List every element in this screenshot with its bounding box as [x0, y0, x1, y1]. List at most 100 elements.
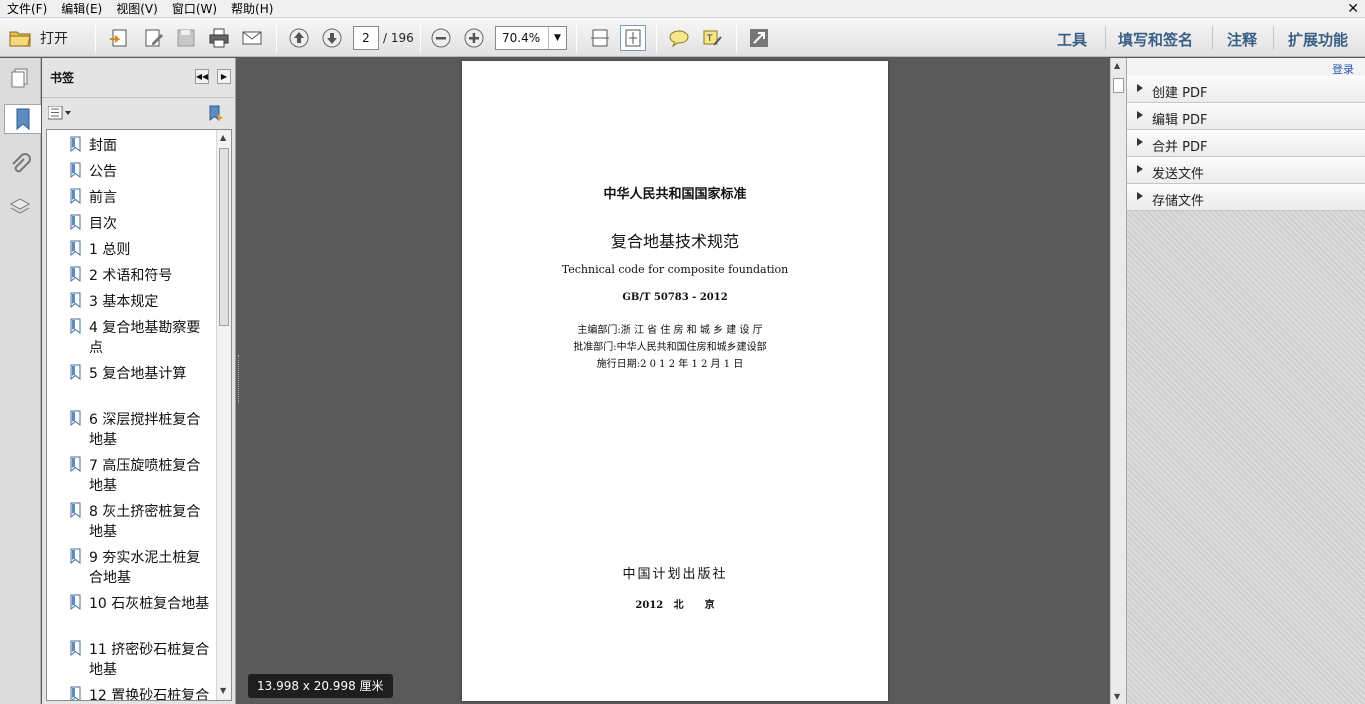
highlight-text-button[interactable]: T — [699, 25, 725, 51]
bookmark-item[interactable]: 公告 — [47, 160, 215, 184]
expand-arrow-icon — [1137, 111, 1143, 119]
bookmark-label: 9 夯实水泥土桩复合地基 — [89, 550, 201, 586]
open-button[interactable]: 打开 — [8, 25, 68, 51]
section-merge-pdf[interactable]: 合并 PDF — [1127, 130, 1365, 157]
login-link[interactable]: 登录 — [1332, 61, 1354, 77]
bookmark-item[interactable]: 1 总则 — [47, 238, 215, 262]
folder-icon — [9, 31, 31, 47]
bookmarks-button[interactable] — [4, 104, 41, 134]
bookmark-item[interactable]: 4 复合地基勘察要点 — [47, 316, 215, 360]
scroll-down-icon[interactable]: ▼ — [220, 686, 226, 695]
scroll-down-icon[interactable]: ▼ — [1114, 692, 1120, 701]
attachments-button[interactable] — [5, 150, 35, 180]
zoom-in-button[interactable] — [461, 25, 487, 51]
edit-button[interactable] — [141, 25, 167, 51]
bookmark-item[interactable]: 10 石灰桩复合地基 — [47, 592, 215, 636]
zoom-out-button[interactable] — [428, 25, 454, 51]
bookmark-item[interactable]: 9 夯实水泥土桩复合地基 — [47, 546, 215, 590]
bookmark-icon — [70, 214, 81, 230]
section-create-pdf[interactable]: 创建 PDF — [1127, 76, 1365, 103]
layers-button[interactable] — [5, 192, 35, 222]
section-label: 发送文件 — [1152, 167, 1205, 182]
navigation-pane — [0, 58, 41, 704]
print-button[interactable] — [206, 25, 232, 51]
approving-department: 批准部门:中华人民共和国住房和城乡建设部 — [573, 342, 767, 353]
bookmark-item[interactable]: 3 基本规定 — [47, 290, 215, 314]
bookmark-item[interactable]: 8 灰土挤密桩复合地基 — [47, 500, 215, 544]
tab-fill-sign[interactable]: 填写和签名 — [1118, 29, 1193, 50]
toolbar-separator — [576, 24, 577, 52]
next-page-button[interactable] — [319, 25, 345, 51]
publication-place: 2012 北 京 — [635, 600, 715, 611]
menu-view[interactable]: 视图(V) — [109, 0, 165, 18]
bookmark-label: 11 挤密砂石桩复合地基 — [89, 642, 210, 678]
bookmark-icon — [70, 136, 81, 152]
bookmark-icon — [70, 456, 81, 472]
create-button[interactable] — [106, 25, 132, 51]
save-button[interactable] — [173, 25, 199, 51]
bookmarks-title: 书签 — [50, 71, 75, 85]
section-send-file[interactable]: 发送文件 — [1127, 157, 1365, 184]
bookmark-item[interactable]: 2 术语和符号 — [47, 264, 215, 288]
page-number-input[interactable]: 2 — [353, 26, 379, 50]
bookmark-item[interactable]: 目次 — [47, 212, 215, 236]
bookmark-icon — [70, 364, 81, 380]
bookmark-icon — [70, 292, 81, 308]
bookmark-label: 3 基本规定 — [89, 294, 159, 310]
bookmark-item[interactable]: 封面 — [47, 134, 215, 158]
menu-window[interactable]: 窗口(W) — [165, 0, 224, 18]
toolbar-separator — [420, 24, 421, 52]
fit-page-button[interactable] — [620, 25, 646, 51]
panel-options-icon[interactable]: ▶ — [217, 69, 231, 84]
fit-width-icon — [591, 29, 609, 47]
arrow-down-circle-icon — [322, 28, 342, 48]
bookmark-label: 目次 — [89, 216, 117, 232]
tab-extended[interactable]: 扩展功能 — [1288, 29, 1348, 50]
bookmark-item[interactable]: 12 置换砂石桩复合地基 — [47, 684, 215, 700]
bookmark-icon — [70, 594, 81, 610]
fit-page-icon — [625, 29, 641, 47]
collapse-panel-icon[interactable]: ◀◀ — [195, 69, 209, 84]
email-button[interactable] — [239, 25, 265, 51]
bookmark-icon — [70, 188, 81, 204]
fullscreen-button[interactable] — [746, 25, 772, 51]
document-scrollbar[interactable]: ▲ ▼ — [1110, 58, 1126, 704]
scroll-up-icon[interactable]: ▲ — [220, 133, 226, 142]
bookmark-item[interactable]: 6 深层搅拌桩复合地基 — [47, 408, 215, 452]
login-bar: 登录 — [1127, 58, 1365, 76]
menu-file[interactable]: 文件(F) — [0, 0, 54, 18]
expand-bookmark-icon[interactable] — [207, 104, 225, 122]
bookmark-item[interactable]: 5 复合地基计算 — [47, 362, 215, 406]
bookmark-label: 10 石灰桩复合地基 — [89, 596, 210, 612]
bookmark-icon — [70, 318, 81, 334]
scroll-up-icon[interactable]: ▲ — [1114, 61, 1120, 70]
section-edit-pdf[interactable]: 编辑 PDF — [1127, 103, 1365, 130]
menu-help[interactable]: 帮助(H) — [224, 0, 280, 18]
text-markup-icon: T — [703, 30, 722, 46]
menu-edit[interactable]: 编辑(E) — [54, 0, 109, 18]
fit-width-button[interactable] — [587, 25, 613, 51]
zoom-select[interactable]: 70.4% ▼ — [495, 26, 567, 50]
bookmark-options-icon[interactable] — [48, 106, 72, 120]
bookmark-item[interactable]: 11 挤密砂石桩复合地基 — [47, 638, 215, 682]
bookmark-item[interactable]: 7 高压旋喷桩复合地基 — [47, 454, 215, 498]
comment-button[interactable] — [666, 25, 692, 51]
tab-tools[interactable]: 工具 — [1057, 29, 1087, 50]
bookmarks-scroll-thumb[interactable] — [219, 148, 229, 326]
paperclip-icon — [12, 153, 31, 173]
chevron-down-icon[interactable]: ▼ — [548, 27, 566, 49]
close-document-icon[interactable]: ✕ — [1347, 0, 1359, 18]
prev-page-button[interactable] — [286, 25, 312, 51]
splitter-grip[interactable] — [238, 355, 240, 403]
bookmarks-scrollbar[interactable]: ▲ ▼ — [216, 130, 231, 700]
layers-icon — [9, 198, 31, 214]
document-title-en: Technical code for composite foundation — [561, 263, 789, 276]
document-title-cn: 复合地基技术规范 — [610, 232, 739, 251]
toolbar-separator — [656, 24, 657, 52]
section-store-file[interactable]: 存储文件 — [1127, 184, 1365, 211]
tab-comment[interactable]: 注释 — [1227, 29, 1257, 50]
bookmark-item[interactable]: 前言 — [47, 186, 215, 210]
document-page: 中华人民共和国国家标准 复合地基技术规范 Technical code for … — [462, 61, 888, 701]
document-scroll-thumb[interactable] — [1113, 78, 1124, 93]
page-thumbnails-button[interactable] — [5, 63, 35, 93]
